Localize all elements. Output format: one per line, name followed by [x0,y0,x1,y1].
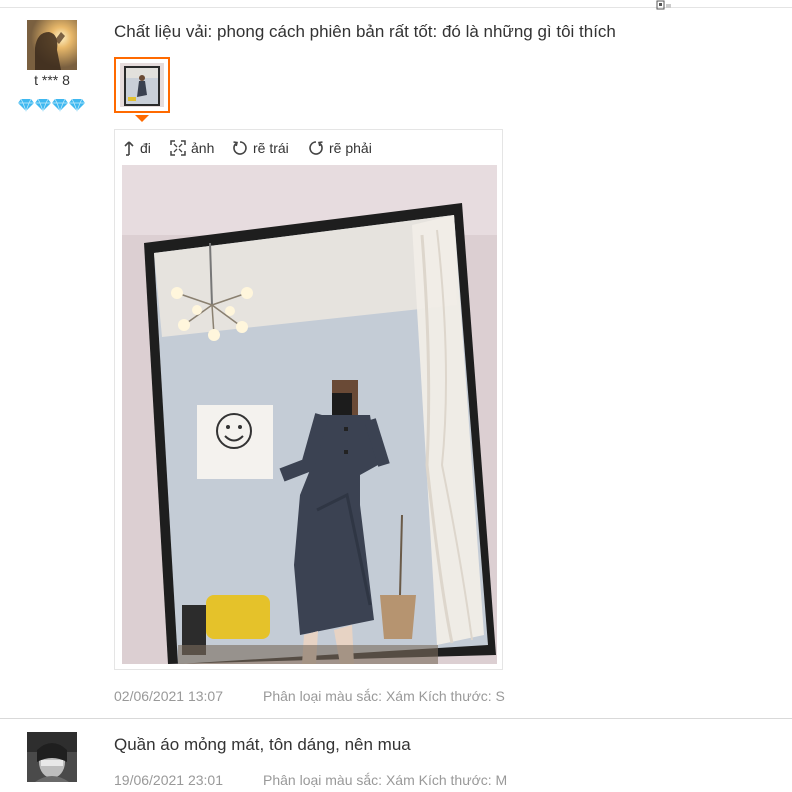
photo-viewer-toolbar: đi ảnh rẽ trái rẽ phải [115,130,502,164]
diamond-icon [35,98,51,112]
rotate-left-button[interactable]: rẽ trái [232,139,289,157]
collapse-label: đi [140,140,151,156]
rotate-right-button[interactable]: rẽ phải [308,139,372,157]
diamond-icon [69,98,85,112]
review-photo-large [122,165,497,664]
avatar[interactable] [27,732,77,782]
buyer-rating [18,96,88,112]
avatar[interactable] [27,20,77,70]
expand-image-icon [170,140,186,156]
review-item: t *** 8 Chất liệu vải: phong cách phiên … [0,8,792,718]
review-variant: Phân loại màu sắc: Xám Kích thước: M [263,772,508,788]
review-date: 02/06/2021 13:07 [114,688,223,704]
thumbnail-pointer [135,115,149,122]
view-original-button[interactable]: ảnh [170,139,214,157]
photo-viewer: đi ảnh rẽ trái rẽ phải [114,129,503,670]
review-text: Quần áo mỏng mát, tôn dáng, nên mua [114,735,411,754]
review-text: Chất liệu vải: phong cách phiên bản rất … [114,22,616,41]
username: t *** 8 [34,72,70,88]
view-original-label: ảnh [191,140,215,156]
diamond-icon [52,98,68,112]
review-photo-thumbnail[interactable] [114,57,170,113]
review-divider [0,718,792,719]
collapse-button[interactable]: đi [123,139,151,157]
rotate-right-icon [309,141,323,155]
review-variant: Phân loại màu sắc: Xám Kích thước: S [263,688,505,704]
review-item: Quần áo mỏng mát, tôn dáng, nên mua 19/0… [0,720,792,792]
rotate-right-label: rẽ phải [329,140,372,156]
rotate-left-icon [233,141,247,155]
collapse-arrow-icon [124,141,134,156]
diamond-icon [18,98,34,112]
rotate-left-label: rẽ trái [253,140,289,156]
review-date: 19/06/2021 23:01 [114,772,223,788]
